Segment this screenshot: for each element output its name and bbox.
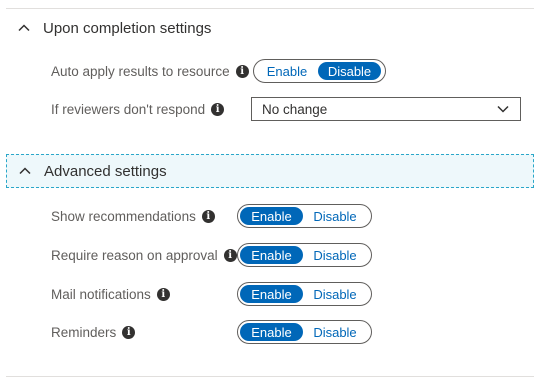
advanced-settings-header[interactable]: Advanced settings (6, 154, 534, 188)
info-icon[interactable]: i (211, 102, 225, 116)
info-icon[interactable]: i (122, 325, 136, 339)
mail-notifications-label: Mail notifications (51, 286, 151, 302)
require-reason-toggle[interactable]: Enable Disable (237, 243, 372, 267)
require-reason-label: Require reason on approval (51, 247, 218, 263)
auto-apply-toggle[interactable]: Enable Disable (253, 59, 386, 83)
select-value: No change (262, 101, 328, 117)
enable-option[interactable]: Enable (240, 207, 303, 225)
reminders-row: Reminders i (51, 320, 136, 344)
info-icon[interactable]: i (235, 64, 249, 78)
mail-notifications-toggle[interactable]: Enable Disable (237, 282, 372, 306)
disable-option[interactable]: Disable (303, 285, 367, 303)
disable-option[interactable]: Disable (303, 323, 367, 341)
section-title: Upon completion settings (43, 19, 212, 37)
disable-option[interactable]: Disable (303, 207, 367, 225)
enable-option[interactable]: Enable (240, 246, 303, 264)
disable-option[interactable]: Disable (318, 62, 381, 80)
info-icon[interactable]: i (201, 209, 215, 223)
top-divider (6, 8, 534, 9)
mail-notifications-row: Mail notifications i (51, 282, 170, 306)
reminders-toggle[interactable]: Enable Disable (237, 320, 372, 344)
show-recommendations-toggle[interactable]: Enable Disable (237, 204, 372, 228)
enable-option[interactable]: Enable (240, 285, 303, 303)
enable-option[interactable]: Enable (240, 323, 303, 341)
auto-apply-row: Auto apply results to resource i (51, 59, 249, 83)
no-response-select[interactable]: No change (251, 97, 521, 121)
auto-apply-label: Auto apply results to resource (51, 63, 230, 79)
show-recommendations-label: Show recommendations (51, 208, 196, 224)
completion-settings-header[interactable]: Upon completion settings (6, 11, 534, 45)
enable-option[interactable]: Enable (256, 62, 318, 80)
no-response-label: If reviewers don't respond (51, 101, 206, 117)
section-title: Advanced settings (44, 162, 167, 180)
info-icon[interactable]: i (223, 248, 237, 262)
show-recommendations-row: Show recommendations i (51, 204, 215, 228)
reminders-label: Reminders (51, 324, 117, 340)
chevron-up-icon (17, 21, 31, 35)
bottom-divider (6, 376, 534, 377)
disable-option[interactable]: Disable (303, 246, 367, 264)
chevron-down-icon (496, 102, 510, 116)
require-reason-row: Require reason on approval i (51, 243, 237, 267)
no-response-row: If reviewers don't respond i (51, 97, 225, 121)
chevron-up-icon (18, 164, 32, 178)
info-icon[interactable]: i (156, 287, 170, 301)
